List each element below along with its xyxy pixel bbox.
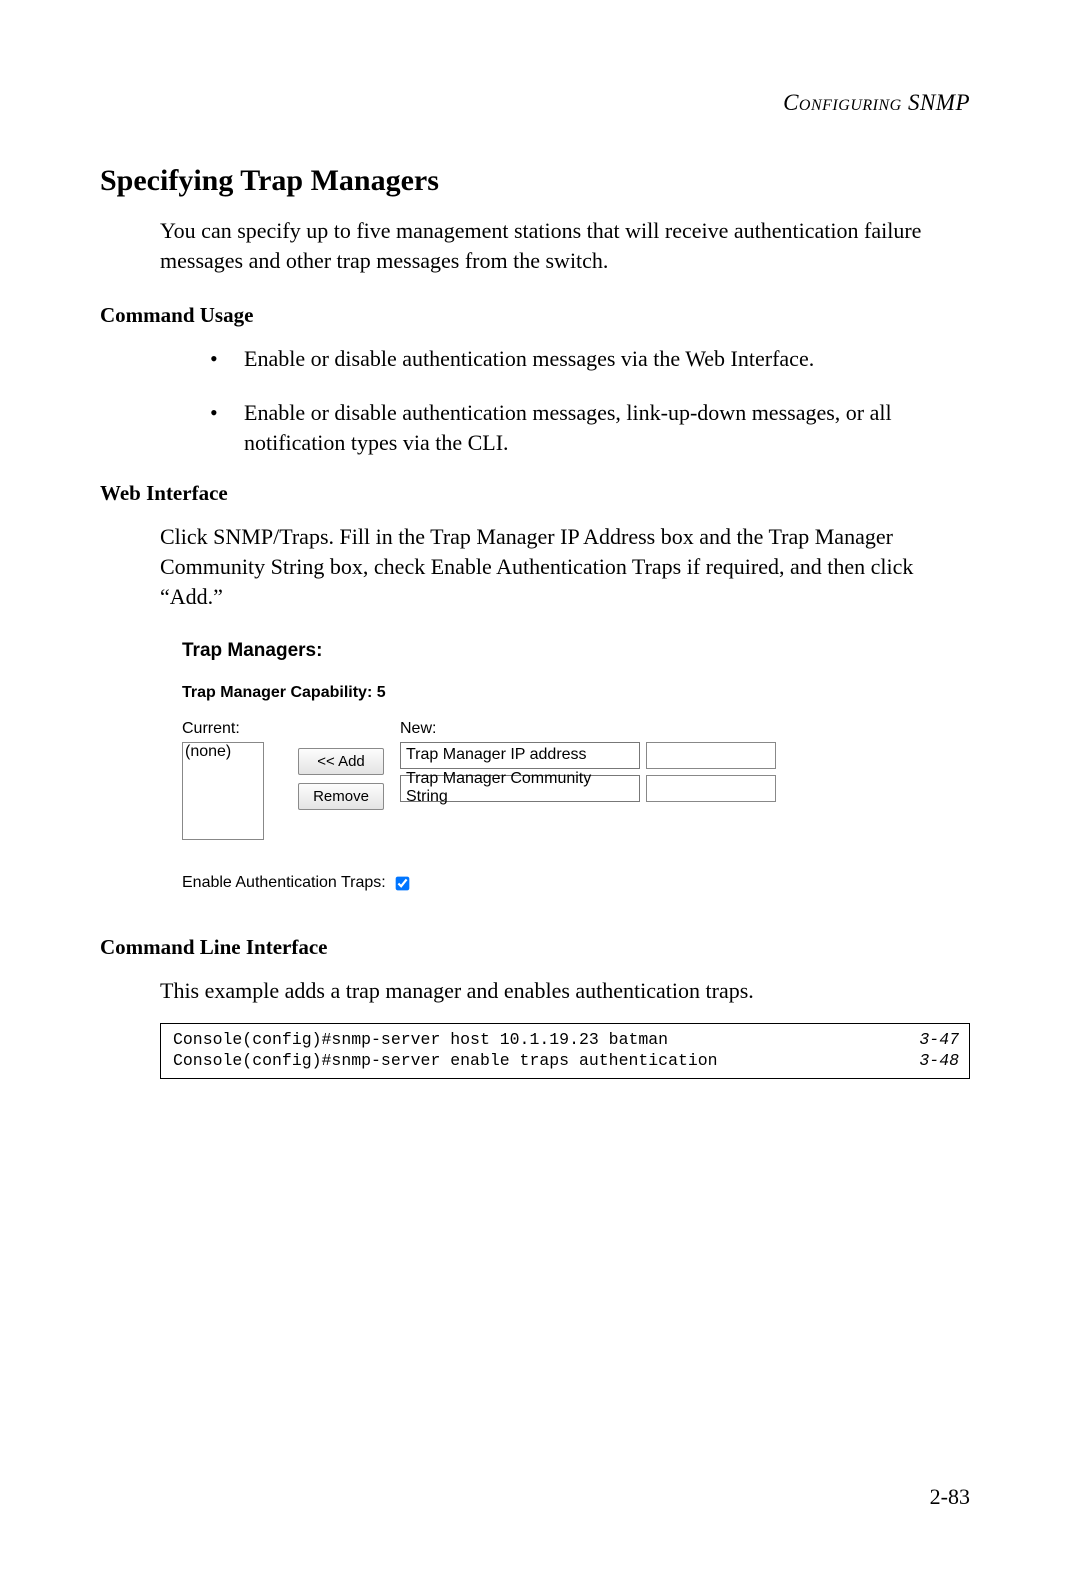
command-usage-item: Enable or disable authentication message… [210, 398, 960, 457]
command-usage-heading: Command Usage [100, 303, 980, 328]
auth-traps-checkbox[interactable] [395, 876, 409, 890]
cli-intro: This example adds a trap manager and ena… [160, 976, 960, 1006]
web-interface-heading: Web Interface [100, 481, 980, 506]
ip-address-label: Trap Manager IP address [400, 742, 640, 769]
page-number: 2-83 [930, 1484, 970, 1510]
cli-line: Console(config)#snmp-server enable traps… [173, 1051, 959, 1072]
section-title: Specifying Trap Managers [100, 164, 980, 198]
cli-heading: Command Line Interface [100, 935, 980, 960]
add-button[interactable]: << Add [298, 748, 384, 775]
community-string-input[interactable] [646, 775, 776, 802]
cli-example-box: Console(config)#snmp-server host 10.1.19… [160, 1023, 970, 1079]
trap-managers-title: Trap Managers: [182, 640, 922, 662]
cli-reference: 3-48 [901, 1051, 959, 1072]
auth-traps-row: Enable Authentication Traps: [182, 874, 980, 893]
trap-capability-label: Trap Manager Capability: 5 [182, 684, 922, 702]
section-intro: You can specify up to five management st… [160, 216, 960, 275]
cli-reference: 3-47 [901, 1030, 959, 1051]
current-listbox[interactable]: (none) [182, 742, 264, 840]
running-header: Configuring SNMP [100, 90, 970, 116]
command-usage-item: Enable or disable authentication message… [210, 344, 960, 374]
cli-command: Console(config)#snmp-server host 10.1.19… [173, 1030, 668, 1051]
remove-button[interactable]: Remove [298, 783, 384, 810]
running-header-text: Configuring SNMP [783, 90, 970, 115]
cli-line: Console(config)#snmp-server host 10.1.19… [173, 1030, 959, 1051]
current-list-item: (none) [185, 743, 231, 760]
auth-traps-label: Enable Authentication Traps: [182, 874, 386, 892]
current-label: Current: [182, 720, 282, 738]
cli-command: Console(config)#snmp-server enable traps… [173, 1051, 718, 1072]
new-label: New: [400, 720, 922, 738]
ip-address-input[interactable] [646, 742, 776, 769]
trap-managers-panel: Trap Managers: Trap Manager Capability: … [182, 640, 922, 840]
web-interface-body: Click SNMP/Traps. Fill in the Trap Manag… [160, 522, 960, 611]
command-usage-list: Enable or disable authentication message… [100, 344, 980, 457]
community-string-label: Trap Manager Community String [400, 775, 640, 802]
